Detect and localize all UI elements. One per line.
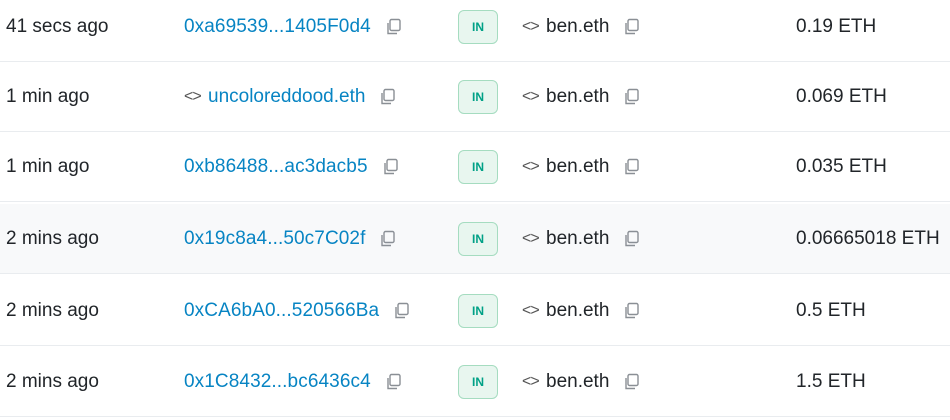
direction-cell: IN: [458, 347, 498, 416]
from-cell: 0xCA6bA0...520566Ba: [184, 276, 411, 345]
age-cell: 1 min ago: [6, 155, 90, 177]
table-row: 41 secs ago 0xa69539...1405F0d4 IN <> be…: [0, 0, 950, 62]
from-cell: 0x19c8a4...50c7C02f: [184, 204, 397, 273]
to-cell: <> ben.eth: [522, 276, 641, 345]
transactions-table: 41 secs ago 0xa69539...1405F0d4 IN <> be…: [0, 0, 950, 420]
copy-icon[interactable]: [623, 18, 641, 36]
table-row: 1 min ago 0xb86488...ac3dacb5 IN <> ben.…: [0, 132, 950, 202]
value-cell: 0.5 ETH: [796, 299, 866, 321]
code-icon: <>: [522, 157, 540, 175]
age-cell: 2 mins ago: [6, 370, 99, 392]
value-cell: 0.035 ETH: [796, 155, 887, 177]
direction-cell: IN: [458, 0, 498, 61]
copy-icon[interactable]: [623, 302, 641, 320]
value-cell: 0.06665018 ETH: [796, 227, 940, 249]
value-cell: 0.19 ETH: [796, 15, 877, 37]
table-row: 2 mins ago 0xCA6bA0...520566Ba IN <> ben…: [0, 276, 950, 346]
direction-badge: IN: [458, 9, 498, 44]
to-cell: <> ben.eth: [522, 204, 641, 273]
direction-badge: IN: [458, 221, 498, 256]
from-address-link[interactable]: 0xb86488...ac3dacb5: [184, 156, 368, 178]
table-row: 2 mins ago 0x19c8a4...50c7C02f IN <> ben…: [0, 204, 950, 274]
to-address-link[interactable]: ben.eth: [546, 371, 609, 393]
copy-icon[interactable]: [382, 158, 400, 176]
code-icon: <>: [522, 87, 540, 105]
copy-icon[interactable]: [393, 302, 411, 320]
from-address-link[interactable]: uncoloreddood.eth: [208, 86, 365, 108]
from-cell: 0xa69539...1405F0d4: [184, 0, 403, 61]
copy-icon[interactable]: [623, 158, 641, 176]
from-address-link[interactable]: 0x1C8432...bc6436c4: [184, 371, 371, 393]
copy-icon[interactable]: [379, 230, 397, 248]
copy-icon[interactable]: [379, 88, 397, 106]
age-cell: 41 secs ago: [6, 15, 109, 37]
direction-badge: IN: [458, 293, 498, 328]
to-address-link[interactable]: ben.eth: [546, 300, 609, 322]
to-address-link[interactable]: ben.eth: [546, 156, 609, 178]
age-cell: 2 mins ago: [6, 227, 99, 249]
code-icon: <>: [522, 372, 540, 390]
copy-icon[interactable]: [623, 373, 641, 391]
age-cell: 2 mins ago: [6, 299, 99, 321]
age-cell: 1 min ago: [6, 85, 90, 107]
table-row: 1 min ago <> uncoloreddood.eth IN <> ben…: [0, 62, 950, 132]
to-cell: <> ben.eth: [522, 132, 641, 201]
copy-icon[interactable]: [385, 18, 403, 36]
from-address-link[interactable]: 0x19c8a4...50c7C02f: [184, 228, 365, 250]
to-cell: <> ben.eth: [522, 347, 641, 416]
to-cell: <> ben.eth: [522, 0, 641, 61]
copy-icon[interactable]: [385, 373, 403, 391]
to-address-link[interactable]: ben.eth: [546, 228, 609, 250]
from-cell: 0xb86488...ac3dacb5: [184, 132, 400, 201]
to-address-link[interactable]: ben.eth: [546, 16, 609, 38]
from-address-link[interactable]: 0xa69539...1405F0d4: [184, 16, 371, 38]
to-cell: <> ben.eth: [522, 62, 641, 131]
code-icon: <>: [522, 17, 540, 35]
from-address-link[interactable]: 0xCA6bA0...520566Ba: [184, 300, 379, 322]
from-cell: 0x1C8432...bc6436c4: [184, 347, 403, 416]
direction-badge: IN: [458, 364, 498, 399]
direction-badge: IN: [458, 149, 498, 184]
direction-cell: IN: [458, 132, 498, 201]
copy-icon[interactable]: [623, 88, 641, 106]
to-address-link[interactable]: ben.eth: [546, 86, 609, 108]
code-icon: <>: [184, 87, 202, 105]
table-row: 2 mins ago 0x1C8432...bc6436c4 IN <> ben…: [0, 347, 950, 417]
copy-icon[interactable]: [623, 230, 641, 248]
value-cell: 0.069 ETH: [796, 85, 887, 107]
direction-cell: IN: [458, 276, 498, 345]
direction-cell: IN: [458, 204, 498, 273]
value-cell: 1.5 ETH: [796, 370, 866, 392]
direction-cell: IN: [458, 62, 498, 131]
code-icon: <>: [522, 229, 540, 247]
from-cell: <> uncoloreddood.eth: [184, 62, 397, 131]
direction-badge: IN: [458, 79, 498, 114]
code-icon: <>: [522, 301, 540, 319]
